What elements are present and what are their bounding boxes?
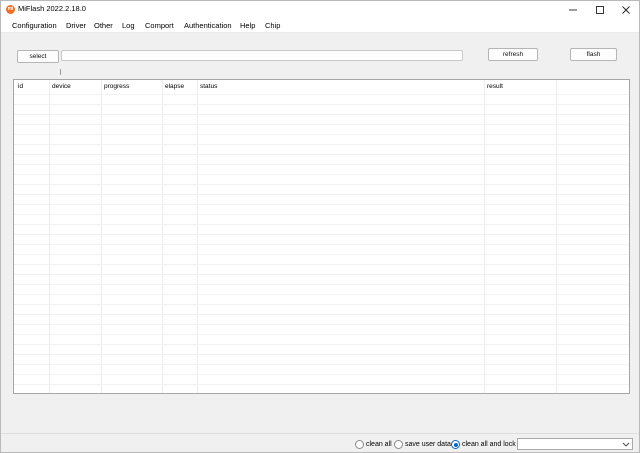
column-divider bbox=[556, 80, 557, 393]
row-separator bbox=[14, 294, 629, 295]
radio-save-user-data[interactable] bbox=[394, 440, 403, 449]
row-separator bbox=[14, 364, 629, 365]
row-separator bbox=[14, 234, 629, 235]
minimize-button[interactable] bbox=[560, 1, 586, 18]
column-divider bbox=[101, 80, 102, 393]
app-icon-glyph: mi bbox=[7, 6, 14, 12]
chevron-down-icon bbox=[622, 442, 630, 447]
menu-other[interactable]: Other bbox=[94, 20, 113, 31]
column-divider bbox=[162, 80, 163, 393]
maximize-icon bbox=[596, 5, 604, 14]
maximize-button[interactable] bbox=[587, 1, 613, 18]
flash-button[interactable]: flash bbox=[570, 48, 617, 61]
row-separator bbox=[14, 114, 629, 115]
window-title: MiFlash 2022.2.18.0 bbox=[18, 4, 86, 13]
row-separator bbox=[14, 354, 629, 355]
row-separator bbox=[14, 214, 629, 215]
radio-label-save-user-data: save user data bbox=[405, 441, 451, 448]
miflash-logo-icon: mi bbox=[6, 5, 15, 14]
menu-configuration[interactable]: Configuration bbox=[12, 20, 57, 31]
row-separator bbox=[14, 384, 629, 385]
row-separator bbox=[14, 144, 629, 145]
row-separator bbox=[14, 374, 629, 375]
row-separator bbox=[14, 204, 629, 205]
row-separator bbox=[14, 184, 629, 185]
device-table[interactable]: id device progress elapse status result bbox=[13, 79, 630, 394]
row-separator bbox=[14, 334, 629, 335]
row-separator bbox=[14, 314, 629, 315]
row-separator bbox=[14, 304, 629, 305]
row-separator bbox=[14, 244, 629, 245]
row-separator bbox=[14, 254, 629, 255]
row-separator bbox=[14, 174, 629, 175]
radio-label-clean-all: clean all bbox=[366, 441, 392, 448]
option-clean-all[interactable]: clean all bbox=[355, 439, 395, 450]
row-separator bbox=[14, 164, 629, 165]
rom-path-input[interactable] bbox=[61, 50, 463, 61]
menu-comport[interactable]: Comport bbox=[145, 20, 174, 31]
menu-chip[interactable]: Chip bbox=[265, 20, 280, 31]
radio-clean-all[interactable] bbox=[355, 440, 364, 449]
table-header: id device progress elapse status result bbox=[14, 80, 629, 94]
refresh-button[interactable]: refresh bbox=[488, 48, 538, 61]
row-separator bbox=[14, 124, 629, 125]
status-separator bbox=[1, 433, 639, 434]
row-separator bbox=[14, 224, 629, 225]
menu-help[interactable]: Help bbox=[240, 20, 255, 31]
column-divider bbox=[49, 80, 50, 393]
option-clean-all-and-lock[interactable]: clean all and lock bbox=[451, 439, 517, 450]
close-button[interactable] bbox=[613, 1, 639, 18]
column-header-status[interactable]: status bbox=[200, 83, 217, 91]
radio-clean-all-and-lock[interactable] bbox=[451, 440, 460, 449]
row-separator bbox=[14, 264, 629, 265]
column-header-id[interactable]: id bbox=[18, 83, 23, 91]
menu-driver[interactable]: Driver bbox=[66, 20, 86, 31]
column-header-result[interactable]: result bbox=[487, 83, 503, 91]
row-separator bbox=[14, 284, 629, 285]
app-window: mi MiFlash 2022.2.18.0 Configuration Dri… bbox=[0, 0, 640, 453]
row-separator bbox=[14, 324, 629, 325]
column-header-elapse[interactable]: elapse bbox=[165, 83, 184, 91]
menu-authentication[interactable]: Authentication bbox=[184, 20, 232, 31]
splitter-handle bbox=[60, 69, 61, 75]
column-divider bbox=[484, 80, 485, 393]
row-separator bbox=[14, 344, 629, 345]
title-bar[interactable]: mi MiFlash 2022.2.18.0 bbox=[1, 1, 639, 18]
column-header-device[interactable]: device bbox=[52, 83, 71, 91]
menu-bar: Configuration Driver Other Log Comport A… bbox=[1, 18, 639, 33]
row-separator bbox=[14, 274, 629, 275]
row-separator bbox=[14, 134, 629, 135]
row-separator bbox=[14, 194, 629, 195]
minimize-icon bbox=[569, 9, 577, 10]
close-icon bbox=[622, 5, 630, 14]
radio-label-clean-all-and-lock: clean all and lock bbox=[462, 441, 516, 448]
row-separator bbox=[14, 94, 629, 95]
flash-mode-dropdown[interactable] bbox=[517, 438, 633, 450]
column-header-progress[interactable]: progress bbox=[104, 83, 129, 91]
row-separator bbox=[14, 154, 629, 155]
menu-log[interactable]: Log bbox=[122, 20, 135, 31]
row-separator bbox=[14, 104, 629, 105]
column-divider bbox=[197, 80, 198, 393]
select-button[interactable]: select bbox=[17, 50, 59, 63]
option-save-user-data[interactable]: save user data bbox=[394, 439, 452, 450]
